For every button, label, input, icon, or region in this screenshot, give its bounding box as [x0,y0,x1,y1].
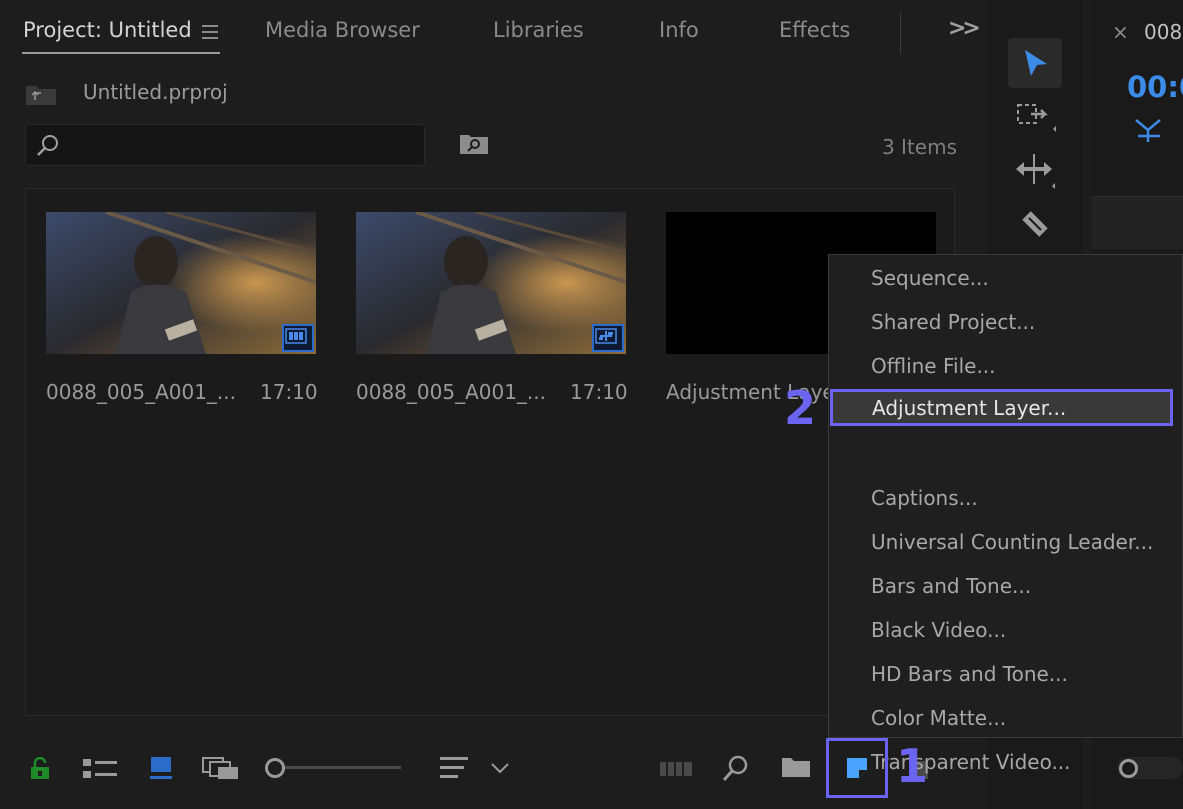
find-icon[interactable] [722,755,750,787]
freeform-view-icon[interactable] [202,757,240,785]
timeline-zoom-handle[interactable] [1119,759,1138,778]
list-view-icon[interactable] [83,758,119,784]
clip-name: Adjustment Layer [666,380,843,404]
active-tab-indicator [22,52,220,54]
timecode-display[interactable]: 00:0 [1127,70,1183,104]
sort-icon[interactable] [440,756,470,786]
menu-item-black-video[interactable]: Black Video... [871,618,1006,642]
menu-item-color-matte[interactable]: Color Matte... [871,706,1006,730]
new-bin-icon[interactable] [781,756,811,782]
search-icon [36,134,60,162]
tab-project[interactable]: Project: Untitled [23,18,192,42]
overflow-chevron-icon[interactable]: >> [948,16,981,41]
tab-libraries[interactable]: Libraries [493,18,584,42]
selection-tool-button[interactable] [1008,38,1062,88]
menu-item-adjustment-layer[interactable]: Adjustment Layer... [830,389,1173,426]
clip-duration: 17:10 [260,380,318,404]
menu-item-captions[interactable]: Captions... [871,486,978,510]
icon-view-icon[interactable] [150,756,174,784]
new-item-highlight [826,738,888,798]
automate-to-sequence-icon[interactable] [660,760,694,782]
step-1-marker: 1 [896,739,929,793]
timeline-zoom-slider[interactable] [1117,757,1183,779]
menu-item-offline-file[interactable]: Offline File... [871,354,996,378]
items-count: 3 Items [881,135,957,159]
close-icon[interactable]: × [1112,20,1129,44]
menu-item-label: Adjustment Layer... [872,396,1067,420]
clip-name: 0088_005_A001_... [356,380,546,404]
project-file-name: Untitled.prproj [83,80,228,104]
tab-media-browser[interactable]: Media Browser [265,18,420,42]
menu-item-hd-bars-and-tone[interactable]: HD Bars and Tone... [871,662,1068,686]
menu-item-bars-and-tone[interactable]: Bars and Tone... [871,574,1031,598]
timeline-ruler [1092,196,1183,249]
step-2-marker: 2 [784,381,817,435]
new-item-menu: Sequence... Shared Project... Offline Fi… [828,254,1183,774]
clip-duration: 17:10 [570,380,628,404]
clip-thumbnail [46,212,316,354]
chevron-down-icon[interactable] [490,760,510,779]
tab-info[interactable]: Info [659,18,699,42]
razor-icon[interactable] [1019,208,1051,244]
clip-item[interactable]: 0088_005_A001_... 17:10 [26,189,326,419]
zoom-slider[interactable] [263,757,403,778]
tab-effects[interactable]: Effects [779,18,850,42]
zoom-slider-handle[interactable] [265,758,285,778]
project-bin-grid: 0088_005_A001_... 17:10 0088_005_A001_..… [25,188,955,716]
hamburger-icon[interactable] [202,24,218,44]
menu-item-sequence[interactable]: Sequence... [871,266,989,290]
clip-item[interactable]: 0088_005_A001_... 17:10 [336,189,636,419]
snap-icon[interactable] [1134,114,1164,148]
filmstrip-icon [282,324,314,352]
folder-up-icon[interactable] [25,82,57,110]
sequence-tab-title[interactable]: 008 [1144,20,1182,44]
sequence-icon [592,324,624,352]
search-input[interactable] [25,124,425,166]
tab-divider [900,12,901,54]
track-select-icon[interactable] [1017,103,1057,143]
selection-arrow-icon [1023,48,1049,82]
ripple-edit-icon[interactable] [1014,154,1058,198]
clip-name: 0088_005_A001_... [46,380,236,404]
menu-item-shared-project[interactable]: Shared Project... [871,310,1035,334]
lock-icon[interactable] [30,756,50,785]
menu-item-universal-counting-leader[interactable]: Universal Counting Leader... [871,530,1153,554]
clip-thumbnail [356,212,626,354]
find-bin-icon[interactable] [459,132,489,160]
